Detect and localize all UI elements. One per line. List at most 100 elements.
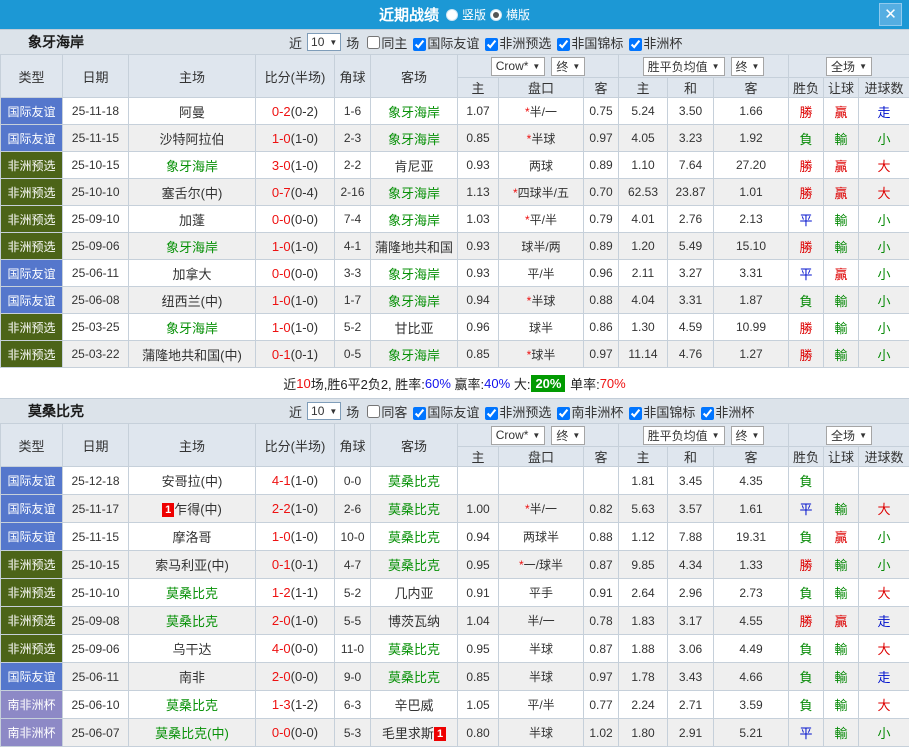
odds-home: 0.93	[458, 260, 499, 287]
mean-away: 4.49	[714, 635, 789, 663]
same-venue-checkbox[interactable]	[367, 36, 380, 49]
chevron-down-icon: ▼	[712, 431, 720, 440]
away-team-cell: 莫桑比克	[371, 495, 458, 523]
col-away: 客场	[371, 55, 458, 98]
mean-select[interactable]: 胜平负均值▼	[643, 426, 725, 445]
same-venue-checkbox[interactable]	[367, 405, 380, 418]
goals-outcome: 小	[859, 523, 909, 551]
score-cell: 0-0(0-0)	[256, 206, 335, 233]
league-filter-checkbox[interactable]	[413, 38, 426, 51]
score-cell: 1-2(1-1)	[256, 579, 335, 607]
match-type-badge: 非洲预选	[1, 341, 63, 368]
result-outcome: 負	[789, 523, 824, 551]
mean-draw: 3.27	[668, 260, 714, 287]
layout-radio[interactable]	[490, 9, 502, 21]
odds-away: 0.89	[584, 233, 619, 260]
league-filter-checkbox[interactable]	[629, 38, 642, 51]
score-cell: 0-1(0-1)	[256, 551, 335, 579]
home-team: 莫桑比克	[166, 586, 218, 601]
final-mean-select[interactable]: 终▼	[731, 57, 765, 76]
layout-radio[interactable]	[446, 9, 458, 21]
match-count-select[interactable]: 10▼	[307, 402, 341, 420]
match-type-badge: 非洲预选	[1, 551, 63, 579]
fulltime-select[interactable]: 全场▼	[826, 426, 872, 445]
odds-away: 0.82	[584, 495, 619, 523]
league-filter-checkbox[interactable]	[485, 38, 498, 51]
league-filter-checkbox[interactable]	[701, 407, 714, 420]
fulltime-score: 1-0	[272, 293, 291, 308]
goals-outcome: 走	[859, 663, 909, 691]
result-outcome: 負	[789, 663, 824, 691]
mean-draw: 5.49	[668, 233, 714, 260]
matches-table: 类型 日期 主场 比分(半场) 角球 客场 Crow*▼终▼ 胜平负均值▼终▼ …	[0, 423, 909, 747]
mean-select[interactable]: 胜平负均值▼	[643, 57, 725, 76]
odds-home: 0.93	[458, 233, 499, 260]
home-team-cell: 莫桑比克(中)	[129, 719, 256, 747]
odds-home: 0.93	[458, 152, 499, 179]
table-row: 非洲预选 25-09-10 加蓬 0-0(0-0) 7-4 象牙海岸 1.03 …	[1, 206, 909, 233]
final-mean-select[interactable]: 终▼	[731, 426, 765, 445]
home-team: 塞舌尔(中)	[162, 186, 223, 201]
col-date: 日期	[63, 424, 129, 467]
odds-home: 0.94	[458, 523, 499, 551]
col-score: 比分(半场)	[256, 424, 335, 467]
home-team-cell: 索马利亚(中)	[129, 551, 256, 579]
league-filter-checkbox[interactable]	[629, 407, 642, 420]
filter-bar: 近 10▼ 场 同客 国际友谊非洲预选南非洲杯非国锦标非洲杯	[287, 399, 754, 423]
goals-outcome: 小	[859, 125, 909, 152]
handicap-text: 平/半	[527, 698, 554, 712]
mean-draw: 7.64	[668, 152, 714, 179]
away-team: 象牙海岸	[388, 132, 440, 147]
odds-away: 0.87	[584, 635, 619, 663]
table-row: 国际友谊 25-12-18 安哥拉(中) 4-1(1-0) 0-0 莫桑比克 1…	[1, 467, 909, 495]
layout-radio-group: 竖版横版	[446, 6, 530, 23]
fulltime-score: 3-0	[272, 158, 291, 173]
team-name: 莫桑比克	[28, 401, 84, 421]
odds-home: 1.04	[458, 607, 499, 635]
odds-away: 0.86	[584, 314, 619, 341]
league-filters: 国际友谊非洲预选南非洲杯非国锦标非洲杯	[407, 402, 754, 421]
final-odds-select[interactable]: 终▼	[551, 426, 585, 445]
corner-score: 2-2	[335, 152, 371, 179]
handicap-text: 半/一	[530, 105, 557, 119]
matches-table: 类型 日期 主场 比分(半场) 角球 客场 Crow*▼终▼ 胜平负均值▼终▼ …	[0, 54, 909, 368]
fulltime-select[interactable]: 全场▼	[826, 57, 872, 76]
titlebar: 近期战绩 竖版横版 ✕	[0, 0, 909, 29]
result-outcome: 勝	[789, 551, 824, 579]
mean-home: 1.78	[619, 663, 668, 691]
match-date: 25-12-18	[63, 467, 129, 495]
bookmaker-select[interactable]: Crow*▼	[491, 57, 546, 76]
mean-home: 1.88	[619, 635, 668, 663]
mean-draw: 3.17	[668, 607, 714, 635]
odds-away: 0.77	[584, 691, 619, 719]
score-cell: 1-0(1-0)	[256, 125, 335, 152]
goals-outcome: 小	[859, 233, 909, 260]
table-row: 非洲预选 25-09-08 莫桑比克 2-0(1-0) 5-5 博茨瓦纳 1.0…	[1, 607, 909, 635]
match-count-select[interactable]: 10▼	[307, 33, 341, 51]
league-filter-checkbox[interactable]	[557, 407, 570, 420]
away-team: 象牙海岸	[388, 213, 440, 228]
score-cell: 1-0(1-0)	[256, 233, 335, 260]
corner-score: 5-2	[335, 579, 371, 607]
match-date: 25-10-10	[63, 579, 129, 607]
col-result: 胜负	[789, 447, 824, 467]
league-filter-label: 国际友谊	[427, 36, 479, 51]
home-team: 莫桑比克	[166, 614, 218, 629]
col-score: 比分(半场)	[256, 55, 335, 98]
close-icon[interactable]: ✕	[879, 3, 902, 26]
league-filter-checkbox[interactable]	[413, 407, 426, 420]
summary-segment: 近	[283, 374, 296, 393]
league-filter-checkbox[interactable]	[557, 38, 570, 51]
league-filter-checkbox[interactable]	[485, 407, 498, 420]
halftime-score: (1-0)	[291, 613, 318, 628]
odds-away: 0.87	[584, 551, 619, 579]
odds-away: 0.97	[584, 341, 619, 368]
handicap-line: 平/半	[499, 260, 584, 287]
corner-score: 7-4	[335, 206, 371, 233]
mean-home: 2.24	[619, 691, 668, 719]
final-odds-select[interactable]: 终▼	[551, 57, 585, 76]
score-cell: 0-0(0-0)	[256, 260, 335, 287]
goals-outcome: 大	[859, 179, 909, 206]
home-team-cell: 1乍得(中)	[129, 495, 256, 523]
bookmaker-select[interactable]: Crow*▼	[491, 426, 546, 445]
